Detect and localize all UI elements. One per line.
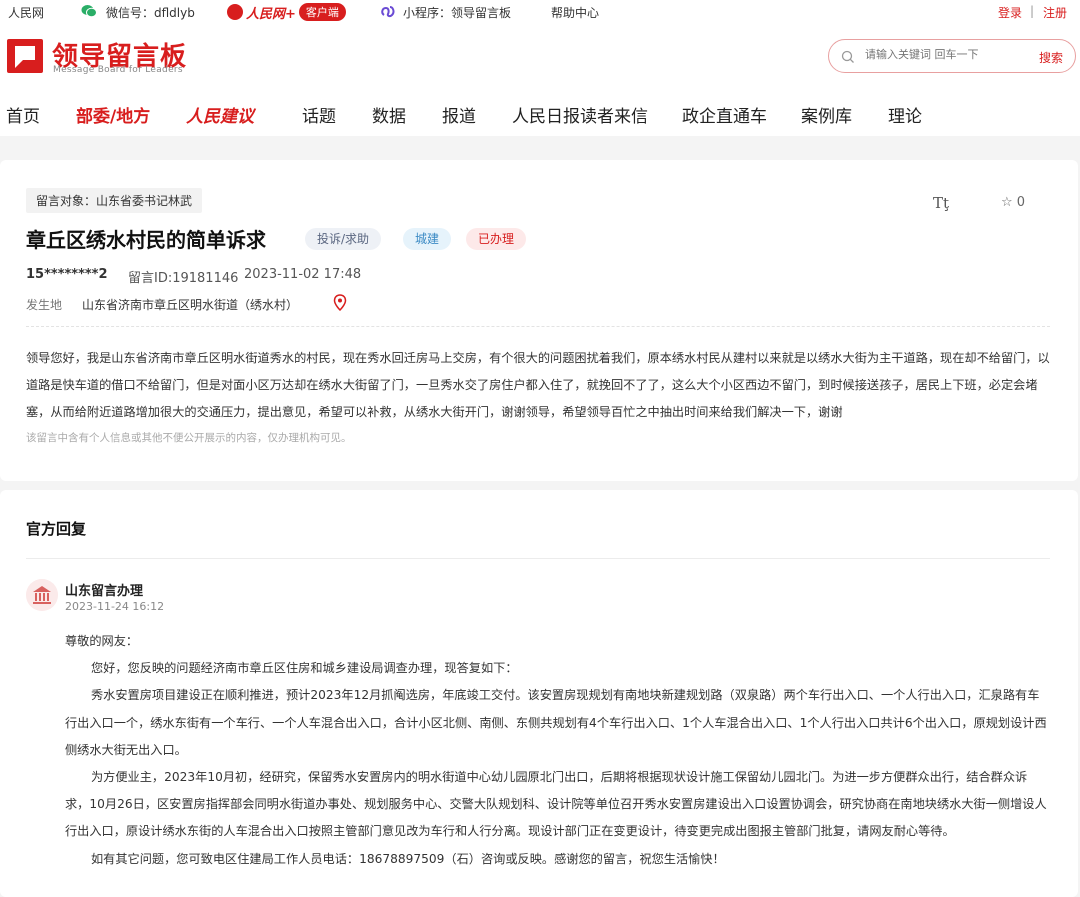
message-target: 留言对象：山东省委书记林武 <box>26 188 203 213</box>
reply-time: 2023-11-24 16:12 <box>65 600 165 613</box>
message-time: 2023-11-02 17:48 <box>244 267 362 282</box>
separator: | <box>1030 4 1035 18</box>
tag-complaint: 投诉/求助 <box>305 228 382 250</box>
reply-section-title: 官方回复 <box>26 520 87 538</box>
font-size-toggle-icon[interactable]: Tţ <box>933 194 949 212</box>
reply-greeting: 尊敬的网友： <box>65 634 139 648</box>
header: 领导留言板 Message Board for Leaders 搜索 首页 部委… <box>0 24 1080 136</box>
people-logo-icon <box>227 4 243 20</box>
message-card: 留言对象：山东省委书记林武 Tţ ☆ 0 章丘区绣水村民的简单诉求 投诉/求助 … <box>0 160 1078 481</box>
logo-subtitle: Message Board for Leaders <box>53 65 183 75</box>
reply-org: 山东留言办理 <box>65 584 144 599</box>
nav-enterprise-express[interactable]: 政企直通车 <box>682 102 767 127</box>
reply-card: 官方回复 山东留言办理 2023-11-24 16:12 尊敬的网友： 您好，您… <box>0 490 1078 897</box>
miniprogram-icon <box>381 6 395 18</box>
wechat-icon <box>81 5 97 18</box>
search-icon <box>841 50 854 63</box>
government-building-icon <box>26 579 58 611</box>
nav-case-library[interactable]: 案例库 <box>801 102 852 127</box>
help-link[interactable]: 帮助中心 <box>551 4 599 21</box>
reply-paragraph: 秀水安置房项目建设正在顺利推进，预计2023年12月抓阄选房，年底竣工交付。该安… <box>65 688 1047 757</box>
favorite-button[interactable]: ☆ 0 <box>1001 195 1025 210</box>
divider <box>26 326 1050 327</box>
top-bar: 人民网 微信号：dfldlyb 人民网+ 客户端 小程序：领导留言板 帮助中心 … <box>0 0 1080 24</box>
login-link[interactable]: 登录 <box>998 4 1022 21</box>
reply-paragraph: 您好，您反映的问题经济南市章丘区住房和城乡建设局调查办理，现答复如下： <box>91 661 518 676</box>
location-pin-icon[interactable] <box>333 294 347 311</box>
people-brand: 人民网+ <box>246 6 296 22</box>
search-button[interactable]: 搜索 <box>1039 49 1063 66</box>
nav-ministries-local[interactable]: 部委/地方 <box>76 102 150 127</box>
message-board-logo-icon[interactable] <box>7 39 43 73</box>
message-id: 留言ID:19181146 <box>128 271 239 286</box>
nav-topics[interactable]: 话题 <box>302 102 336 127</box>
star-icon: ☆ <box>1001 195 1013 210</box>
message-title: 章丘区绣水村民的简单诉求 <box>26 228 266 252</box>
nav-reports[interactable]: 报道 <box>442 102 476 127</box>
wechat-id: 微信号：dfldlyb <box>106 6 195 20</box>
people-app-link[interactable]: 人民网+ 客户端 <box>227 3 346 22</box>
miniprogram-link[interactable]: 小程序：领导留言板 <box>403 4 511 21</box>
location-label: 发生地 <box>26 298 63 312</box>
search-input[interactable] <box>865 48 1005 61</box>
register-link[interactable]: 注册 <box>1043 4 1067 21</box>
reply-body: 尊敬的网友： 您好，您反映的问题经济南市章丘区住房和城乡建设局调查办理，现答复如… <box>65 628 1051 873</box>
status-badge: 已办理 <box>466 228 527 250</box>
search-box: 搜索 <box>828 39 1076 73</box>
location-value: 山东省济南市章丘区明水街道（绣水村） <box>82 298 299 312</box>
nav-readers-letters[interactable]: 人民日报读者来信 <box>512 102 648 127</box>
favorite-count: 0 <box>1016 195 1026 210</box>
client-badge: 客户端 <box>298 3 346 21</box>
nav-theory[interactable]: 理论 <box>888 102 922 127</box>
divider <box>26 558 1050 559</box>
nav-home[interactable]: 首页 <box>6 102 40 127</box>
tag-urban-construction: 城建 <box>403 228 452 250</box>
privacy-note: 该留言中含有个人信息或其他不便公开展示的内容，仅办理机构可见。 <box>26 432 352 444</box>
site-link[interactable]: 人民网 <box>8 4 44 21</box>
reply-paragraph: 如有其它问题，您可致电区住建局工作人员电话：18678897509（石）咨询或反… <box>91 851 725 866</box>
main-nav: 首页 部委/地方 人民建议 话题 数据 报道 人民日报读者来信 政企直通车 案例… <box>0 98 1080 134</box>
reply-paragraph: 为方便业主，2023年10月初，经研究，保留秀水安置房内的明水街道中心幼儿园原北… <box>65 770 1047 839</box>
message-content: 领导您好，我是山东省济南市章丘区明水街道秀水的村民，现在秀水回迁房马上交房，有个… <box>26 351 1050 419</box>
nav-people-suggestions[interactable]: 人民建议 <box>186 102 254 127</box>
message-user: 15********2 <box>26 267 108 282</box>
nav-data[interactable]: 数据 <box>372 102 406 127</box>
